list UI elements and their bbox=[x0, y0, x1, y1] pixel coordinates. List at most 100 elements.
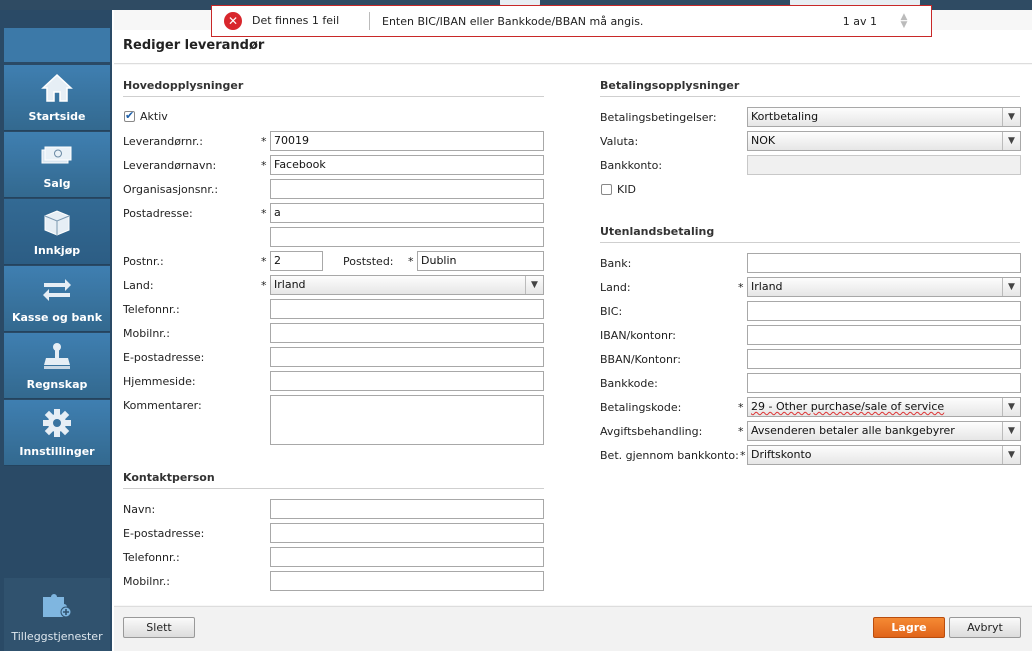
cancel-button[interactable]: Avbryt bbox=[949, 617, 1021, 638]
box-icon bbox=[40, 205, 74, 239]
paycode-label: Betalingskode: bbox=[600, 401, 682, 414]
chevron-down-icon[interactable]: ▼ bbox=[1002, 446, 1020, 464]
error-page-indicator: 1 av 1 bbox=[842, 14, 877, 28]
chevron-down-icon[interactable]: ▼ bbox=[1002, 132, 1020, 150]
bankcode-input[interactable] bbox=[747, 373, 1021, 393]
address-line1-input[interactable]: a bbox=[270, 203, 544, 223]
supplier-no-label: Leverandørnr.: bbox=[123, 135, 203, 148]
sidebar-item-regnskap[interactable]: Regnskap bbox=[4, 333, 110, 399]
bban-label: BBAN/Kontonr: bbox=[600, 353, 681, 366]
org-no-label: Organisasjonsnr.: bbox=[123, 183, 219, 196]
contact-email-input[interactable] bbox=[270, 523, 544, 543]
paycode-value: 29 - Other purchase/sale of service bbox=[751, 400, 945, 413]
kid-label: KID bbox=[617, 183, 636, 196]
phone-input[interactable] bbox=[270, 299, 544, 319]
section-main-info: Hovedopplysninger bbox=[123, 79, 544, 97]
section-payment: Betalingsopplysninger bbox=[600, 79, 1020, 97]
sidebar-item-label: Kasse og bank bbox=[11, 311, 103, 324]
currency-select[interactable]: NOK ▼ bbox=[747, 131, 1021, 151]
required-mark: * bbox=[261, 207, 267, 220]
bank-label: Bank: bbox=[600, 257, 632, 270]
address-line2-input[interactable] bbox=[270, 227, 544, 247]
comments-label: Kommentarer: bbox=[123, 399, 202, 412]
stamp-icon bbox=[40, 339, 74, 373]
sidebar-item-innkjop[interactable]: Innkjøp bbox=[4, 199, 110, 265]
country-select-value: Irland bbox=[274, 278, 306, 291]
home-icon bbox=[40, 71, 74, 105]
sidebar-item-salg[interactable]: Salg bbox=[4, 132, 110, 198]
sidebar-item-label: Regnskap bbox=[26, 378, 88, 391]
form-footer: Slett Lagre Avbryt bbox=[114, 606, 1032, 651]
puzzle-icon bbox=[40, 589, 74, 622]
main-panel: Rediger leverandør Hovedopplysninger Akt… bbox=[114, 10, 1032, 651]
error-navigation[interactable]: ▲ ▼ bbox=[895, 13, 913, 30]
bank-input[interactable] bbox=[747, 253, 1021, 273]
fee-select[interactable]: Avsenderen betaler alle bankgebyrer ▼ bbox=[747, 421, 1021, 441]
email-input[interactable] bbox=[270, 347, 544, 367]
required-mark: * bbox=[738, 401, 744, 414]
required-mark: * bbox=[261, 255, 267, 268]
transfer-icon bbox=[40, 272, 74, 306]
required-mark: * bbox=[261, 135, 267, 148]
paycode-select[interactable]: 29 - Other purchase/sale of service ▼ bbox=[747, 397, 1021, 417]
required-mark: * bbox=[740, 449, 746, 462]
sidebar-item-kasse-og-bank[interactable]: Kasse og bank bbox=[4, 266, 110, 332]
postal-no-input[interactable]: 2 bbox=[270, 251, 323, 271]
sidebar-item-startside[interactable]: Startside bbox=[4, 65, 110, 131]
via-account-label: Bet. gjennom bankkonto: bbox=[600, 449, 739, 462]
sidebar-item-label: Innstillinger bbox=[19, 445, 95, 458]
required-mark: * bbox=[261, 159, 267, 172]
form-content: Hovedopplysninger Aktiv Leverandørnr.: *… bbox=[114, 65, 1032, 605]
sidebar-item-label: Startside bbox=[28, 110, 86, 123]
comments-textarea[interactable] bbox=[270, 395, 544, 445]
chevron-down-icon[interactable]: ▼ bbox=[1002, 108, 1020, 126]
city-label: Poststed: bbox=[343, 255, 394, 268]
chevron-down-icon[interactable]: ▼ bbox=[1002, 422, 1020, 440]
bic-input[interactable] bbox=[747, 301, 1021, 321]
sidebar-item-innstillinger[interactable]: Innstillinger bbox=[4, 400, 110, 466]
delete-button[interactable]: Slett bbox=[123, 617, 195, 638]
foreign-country-value: Irland bbox=[751, 280, 783, 293]
required-mark: * bbox=[261, 279, 267, 292]
mobile-input[interactable] bbox=[270, 323, 544, 343]
sidebar-item-label: Tilleggstjenester bbox=[11, 630, 103, 643]
contact-mobile-input[interactable] bbox=[270, 571, 544, 591]
iban-input[interactable] bbox=[747, 325, 1021, 345]
website-label: Hjemmeside: bbox=[123, 375, 196, 388]
iban-label: IBAN/kontonr: bbox=[600, 329, 676, 342]
country-select[interactable]: Irland ▼ bbox=[270, 275, 544, 295]
currency-label: Valuta: bbox=[600, 135, 639, 148]
sidebar-header bbox=[4, 28, 110, 62]
section-contact: Kontaktperson bbox=[123, 471, 544, 489]
foreign-country-select[interactable]: Irland ▼ bbox=[747, 277, 1021, 297]
error-count: Det finnes 1 feil bbox=[252, 12, 370, 30]
via-account-select[interactable]: Driftskonto ▼ bbox=[747, 445, 1021, 465]
active-checkbox[interactable] bbox=[124, 109, 135, 122]
payment-terms-select[interactable]: Kortbetaling ▼ bbox=[747, 107, 1021, 127]
chevron-down-icon[interactable]: ▼ bbox=[1002, 278, 1020, 296]
bban-input[interactable] bbox=[747, 349, 1021, 369]
bank-account-input bbox=[747, 155, 1021, 175]
active-label: Aktiv bbox=[140, 110, 168, 123]
error-message[interactable]: Enten BIC/IBAN eller Bankkode/BBAN må an… bbox=[382, 15, 843, 28]
money-icon bbox=[40, 138, 74, 172]
chevron-down-icon[interactable]: ▼ bbox=[525, 276, 543, 294]
org-no-input[interactable] bbox=[270, 179, 544, 199]
supplier-no-input[interactable]: 70019 bbox=[270, 131, 544, 151]
email-label: E-postadresse: bbox=[123, 351, 205, 364]
chevron-down-icon[interactable]: ▼ bbox=[901, 21, 908, 30]
contact-name-input[interactable] bbox=[270, 499, 544, 519]
supplier-name-input[interactable]: Facebook bbox=[270, 155, 544, 175]
contact-phone-input[interactable] bbox=[270, 547, 544, 567]
fee-value: Avsenderen betaler alle bankgebyrer bbox=[751, 424, 955, 437]
chevron-down-icon[interactable]: ▼ bbox=[1002, 398, 1020, 416]
payment-terms-label: Betalingsbetingelser: bbox=[600, 111, 717, 124]
sidebar-item-tilleggstjenester[interactable]: Tilleggstjenester bbox=[4, 578, 110, 651]
website-input[interactable] bbox=[270, 371, 544, 391]
bic-label: BIC: bbox=[600, 305, 623, 318]
fee-label: Avgiftsbehandling: bbox=[600, 425, 703, 438]
save-button[interactable]: Lagre bbox=[873, 617, 945, 638]
kid-checkbox[interactable] bbox=[601, 184, 612, 195]
city-input[interactable]: Dublin bbox=[417, 251, 544, 271]
required-mark: * bbox=[738, 425, 744, 438]
